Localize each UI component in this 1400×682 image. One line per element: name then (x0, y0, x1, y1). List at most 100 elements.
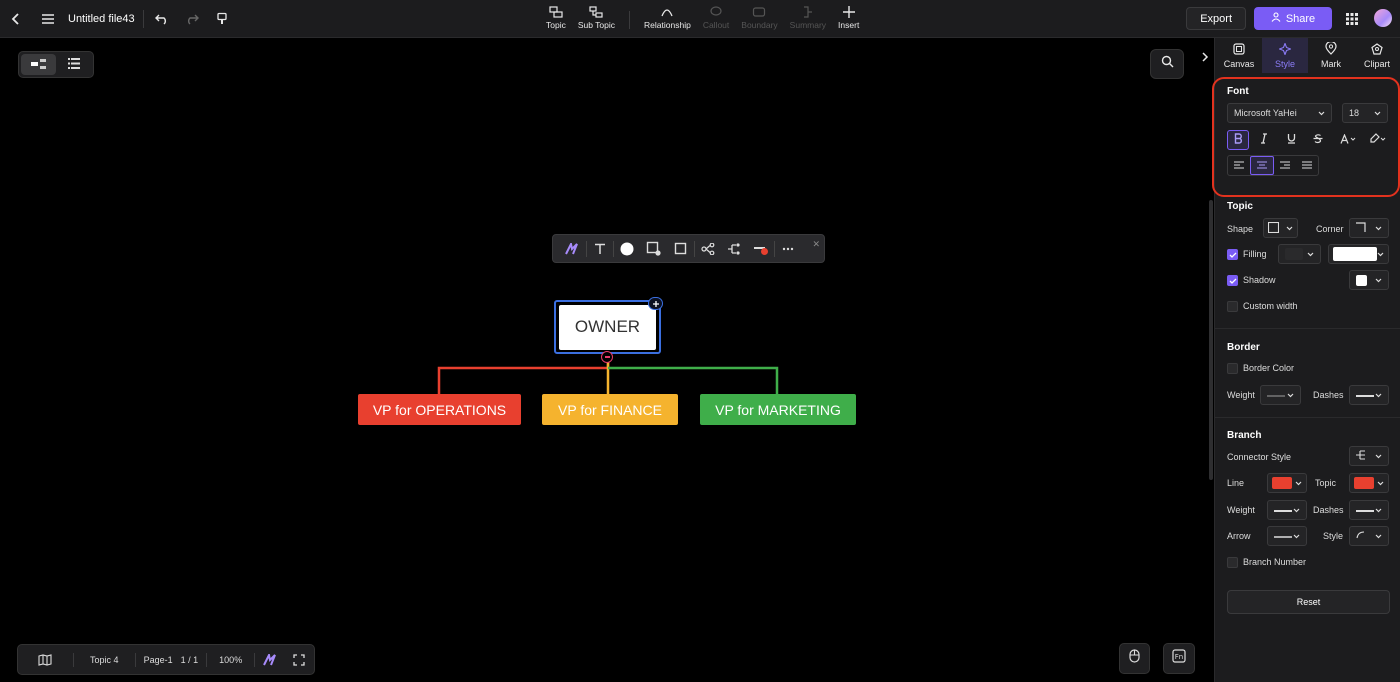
filling-pattern-dropdown[interactable] (1278, 244, 1321, 264)
font-size-dropdown[interactable]: 18 (1342, 103, 1388, 123)
style-icon (1277, 41, 1293, 57)
font-color-icon (1340, 133, 1356, 147)
tab-style[interactable]: Style (1262, 38, 1308, 73)
branch-dashes-label: Dashes (1313, 505, 1344, 515)
function-key-icon: Fn (1172, 649, 1186, 668)
highlighter-icon (1370, 133, 1386, 147)
subtopic-vp-finance[interactable]: VP for FINANCE (542, 394, 678, 425)
tab-mark-label: Mark (1321, 59, 1341, 69)
filling-checkbox[interactable] (1227, 249, 1238, 260)
font-section-title: Font (1227, 86, 1249, 97)
line-label: Line (1227, 478, 1245, 488)
shadow-color-swatch (1356, 274, 1367, 286)
branch-style-dropdown[interactable] (1349, 526, 1389, 546)
connector-style-dropdown[interactable] (1349, 446, 1389, 466)
align-center-icon (1257, 160, 1267, 171)
chevron-down-icon (1293, 505, 1300, 515)
corner-dropdown[interactable] (1349, 218, 1389, 238)
font-family-dropdown[interactable]: Microsoft YaHei (1227, 103, 1332, 123)
collapse-branch-button[interactable] (601, 351, 613, 363)
border-dashes-dropdown[interactable] (1349, 385, 1389, 405)
ai-assistant-icon[interactable] (255, 653, 284, 666)
topic-color-swatch (1354, 477, 1374, 489)
italic-icon (1260, 133, 1268, 147)
line-color-dropdown[interactable] (1267, 473, 1307, 493)
border-dashes-label: Dashes (1313, 390, 1344, 400)
custom-width-label: Custom width (1243, 301, 1298, 311)
chevron-down-icon (1375, 531, 1382, 541)
line-weight-icon (1274, 505, 1292, 515)
underline-button[interactable] (1280, 130, 1302, 150)
map-overview-icon[interactable] (18, 653, 73, 666)
strikethrough-button[interactable] (1307, 130, 1329, 150)
reset-button[interactable]: Reset (1227, 590, 1390, 614)
tab-canvas[interactable]: Canvas (1216, 38, 1262, 73)
align-justify-button[interactable] (1296, 156, 1318, 175)
topic-count: Topic 4 (89, 654, 119, 665)
shadow-color-dropdown[interactable] (1349, 270, 1389, 290)
tab-mark[interactable]: Mark (1308, 38, 1354, 73)
filling-color-dropdown[interactable] (1328, 244, 1389, 264)
filling-color-swatch (1333, 247, 1377, 261)
line-color-swatch (1272, 477, 1292, 489)
page-number: 1 / 1 (180, 654, 199, 665)
connector-style-icon (1356, 450, 1368, 462)
chevron-down-icon (1375, 390, 1382, 400)
tab-canvas-label: Canvas (1223, 58, 1255, 69)
mouse-icon (1129, 649, 1140, 668)
solid-line-icon (1356, 505, 1374, 515)
branch-connectors (437, 356, 779, 394)
arrow-label: Arrow (1227, 531, 1251, 541)
style-panel: Canvas Style Mark Clipart Font Microsoft… (1212, 38, 1400, 682)
subtopic-vp-marketing[interactable]: VP for MARKETING (700, 394, 856, 425)
shadow-label: Shadow (1243, 275, 1276, 285)
section-divider (1215, 328, 1400, 329)
canvas-icon (1233, 42, 1245, 57)
branch-number-label: Branch Number (1243, 557, 1307, 567)
arrow-line-icon (1274, 531, 1292, 541)
italic-button[interactable] (1253, 130, 1275, 150)
border-color-checkbox[interactable] (1227, 363, 1238, 374)
branch-style-label: Style (1323, 531, 1344, 541)
shadow-checkbox[interactable] (1227, 275, 1238, 286)
font-size-value: 18 (1349, 108, 1360, 118)
fullscreen-icon[interactable] (285, 653, 314, 666)
tab-clipart[interactable]: Clipart (1354, 38, 1400, 73)
arrow-dropdown[interactable] (1267, 526, 1307, 546)
corner-label: Corner (1316, 224, 1344, 234)
svg-text:Fn: Fn (1175, 653, 1183, 661)
branch-dashes-dropdown[interactable] (1349, 500, 1389, 520)
chevron-down-icon (1375, 275, 1382, 285)
branch-number-checkbox[interactable] (1227, 557, 1238, 568)
topic-color-dropdown[interactable] (1349, 473, 1389, 493)
central-topic[interactable]: OWNER (554, 300, 661, 354)
filling-label: Filling (1243, 249, 1267, 259)
align-right-button[interactable] (1274, 156, 1296, 175)
border-weight-label: Weight (1227, 390, 1255, 400)
align-center-button[interactable] (1250, 156, 1274, 175)
highlight-button[interactable] (1365, 130, 1391, 150)
add-topic-badge[interactable] (648, 297, 663, 310)
align-justify-icon (1302, 160, 1312, 171)
zoom-level[interactable]: 100% (207, 655, 254, 665)
shape-dropdown[interactable] (1263, 218, 1298, 238)
branch-weight-dropdown[interactable] (1267, 500, 1307, 520)
chevron-down-icon (1374, 108, 1381, 118)
line-weight-icon (1267, 390, 1285, 400)
border-weight-dropdown[interactable] (1260, 385, 1301, 405)
font-color-button[interactable] (1335, 130, 1361, 150)
custom-width-checkbox[interactable] (1227, 301, 1238, 312)
page-selector[interactable]: Page-1 1 / 1 (136, 655, 207, 665)
chevron-down-icon (1287, 390, 1294, 400)
checkmark-icon (1229, 278, 1236, 284)
chevron-down-icon (1307, 249, 1314, 259)
shortcuts-button[interactable]: Fn (1163, 643, 1195, 674)
text-align-group (1227, 155, 1319, 176)
strikethrough-icon (1313, 133, 1323, 147)
subtopic-vp-operations[interactable]: VP for OPERATIONS (358, 394, 521, 425)
topic-section-title: Topic (1227, 201, 1253, 212)
align-left-button[interactable] (1228, 156, 1250, 175)
bold-button[interactable] (1227, 130, 1249, 150)
tab-clipart-label: Clipart (1363, 58, 1390, 69)
mouse-mode-button[interactable] (1119, 643, 1150, 674)
